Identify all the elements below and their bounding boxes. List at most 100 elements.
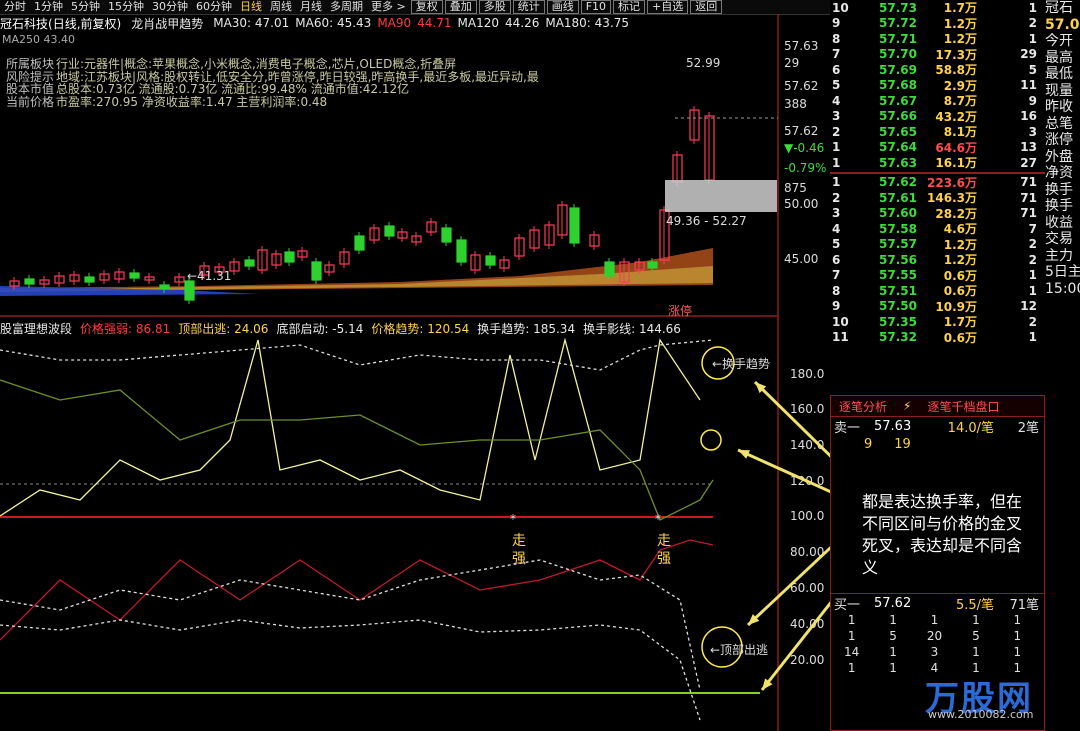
buy-level-row[interactable]: 1 57.62 223.6万 71 — [830, 175, 1045, 191]
buy-level-row[interactable]: 11 57.32 0.6万 1 — [830, 330, 1045, 346]
buy-ct: 1 — [1028, 330, 1037, 345]
indicator-y-tick: 160.0 — [790, 402, 824, 416]
sell-lv: 3 — [832, 109, 841, 124]
sell-vol: 1.2万 — [943, 32, 977, 47]
buy-ct: 7 — [1028, 221, 1037, 236]
buy1-detail-cell: 5 — [889, 629, 897, 643]
f10-row: 股本市值 总股本:0.73亿 流通股:0.73亿 流通比:99.48% 流通市值:… — [6, 83, 776, 96]
candle — [485, 255, 496, 266]
main-y-tick: 875 — [784, 181, 807, 195]
buy-level-row[interactable]: 9 57.50 10.9万 12 — [830, 299, 1045, 315]
indicator-y-tick: 60.00 — [790, 581, 824, 595]
buy-lv: 7 — [832, 268, 841, 283]
buy-ct: 2 — [1028, 314, 1037, 329]
sell-level-row[interactable]: 5 57.68 2.9万 11 — [830, 78, 1045, 94]
sell-lv: 1 — [832, 140, 841, 155]
buy-lv: 2 — [832, 190, 841, 205]
buy-pr: 57.35 — [879, 314, 917, 329]
buy-vol: 146.3万 — [927, 191, 977, 206]
f10-info-box: 所属板块 行业:元器件|概念:苹果概念,小米概念,消费电子概念,芯片,OLED概念… — [6, 58, 776, 108]
buy-level-row[interactable]: 7 57.55 0.6万 1 — [830, 268, 1045, 284]
f10-label[interactable]: 股本市值 — [6, 83, 56, 96]
star-marker: * — [510, 512, 516, 526]
sell-level-row[interactable]: 8 57.71 1.2万 1 — [830, 31, 1045, 47]
f10-label[interactable]: 所属板块 — [6, 58, 56, 71]
buy-level-row[interactable]: 5 57.57 1.2万 2 — [830, 237, 1045, 253]
main-y-tick: 45.00 — [784, 252, 818, 266]
sell-level-row[interactable]: 3 57.66 43.2万 16 — [830, 109, 1045, 125]
f10-label[interactable]: 当前价格 — [6, 95, 56, 109]
sell-vol: 1.2万 — [943, 16, 977, 31]
range-box — [665, 180, 777, 212]
main-y-tick: 29 — [784, 56, 799, 70]
sell-level-row[interactable]: 9 57.72 1.2万 2 — [830, 16, 1045, 32]
sell-level-row[interactable]: 6 57.69 58.8万 5 — [830, 62, 1045, 78]
candle — [284, 251, 295, 263]
sell1-row: 卖一 57.63 14.0/笔 2笔 — [831, 417, 1044, 436]
annotation-text: 都是表达换手率，但在不同区间与价格的金叉死叉，表达却是不同含义 — [862, 492, 1023, 577]
sell1-price: 57.63 — [874, 418, 912, 434]
tick-tab-2[interactable]: 逐笔千档盘口 — [919, 398, 1007, 415]
sell1-detail-2: 19 — [894, 436, 911, 452]
top-escape-label: ←顶部出逃 — [710, 642, 768, 657]
buy1-detail-cell: 1 — [1013, 645, 1022, 659]
main-y-tick: 57.62 — [784, 79, 818, 93]
indicator-value-2: 底部启动: -5.14 — [276, 321, 364, 336]
quote-field-17: 15:00 — [1045, 280, 1080, 297]
indicator-value-1: 顶部出逃: 24.06 — [178, 321, 269, 336]
sell-level-row[interactable]: 2 57.65 8.1万 3 — [830, 124, 1045, 140]
main-chart-header: 冠石科技 (日线,前复权) 龙肖战甲趋势 MA30: 47.01 MA60: 45… — [0, 15, 629, 31]
sell-level-row[interactable]: 7 57.70 17.3万 29 — [830, 47, 1045, 63]
sell-level-row[interactable]: 1 57.63 16.1万 27 — [830, 155, 1045, 171]
sell-lv: 7 — [832, 47, 841, 62]
buy-pr: 57.58 — [879, 221, 917, 236]
ma-legend: MA30: 47.01 MA60: 45.43 MA90 44.71 MA120 44.2… — [213, 16, 629, 30]
sell-level-row[interactable]: 1 57.64 64.6万 13 — [830, 140, 1045, 156]
buy-level-row[interactable]: 4 57.58 4.6万 7 — [830, 221, 1045, 237]
quote-field-2: 今开 — [1045, 33, 1073, 49]
tick-tab-1[interactable]: ⚡ — [895, 399, 919, 413]
buy-lv: 9 — [832, 299, 841, 314]
buy1-price: 57.62 — [874, 595, 912, 611]
buy-pr: 57.32 — [879, 330, 917, 345]
sell-lv: 5 — [832, 78, 841, 93]
buy-level-row[interactable]: 2 57.61 146.3万 71 — [830, 190, 1045, 206]
buy-pr: 57.50 — [879, 299, 917, 314]
chart-canvas[interactable]: 52.99←41.3149.36 - 52.27涨停57.632957.6238… — [0, 0, 830, 731]
buy-level-row[interactable]: 10 57.35 1.7万 2 — [830, 314, 1045, 330]
sell-ct: 9 — [1028, 93, 1037, 108]
buy-ct: 1 — [1028, 283, 1037, 298]
sell1-label: 卖一 — [834, 420, 861, 436]
sell-level-row[interactable]: 10 57.73 1.7万 1 — [830, 0, 1045, 16]
bottom-start-line — [0, 619, 701, 721]
candle — [604, 261, 615, 277]
candle — [354, 235, 365, 251]
buy-level-row[interactable]: 6 57.56 1.2万 2 — [830, 252, 1045, 268]
tick-tab-0[interactable]: 逐笔分析 — [831, 398, 895, 415]
quote-field-3: 最高 — [1045, 49, 1073, 66]
order-book: 10 57.73 1.7万 1 9 57.72 1.2万 2 8 57.71 1.2万 1 7 57.70… — [830, 0, 1045, 345]
range-label: 49.36 - 52.27 — [666, 214, 747, 228]
indicator-name[interactable]: 龙肖战甲趋势 — [131, 15, 203, 32]
price-trend-line — [0, 379, 714, 521]
buy-ct: 2 — [1028, 252, 1037, 267]
candle — [569, 207, 580, 244]
limit-up-label: 涨停 — [668, 303, 692, 318]
sell1-vol: 14.0/笔 — [947, 420, 994, 436]
quote-field-6: 昨收 — [1045, 99, 1073, 115]
buy-vol: 0.6万 — [943, 268, 977, 283]
sell-pr: 57.64 — [879, 140, 917, 155]
buy-level-row[interactable]: 8 57.51 0.6万 1 — [830, 283, 1045, 299]
ma250-label: MA250 43.40 — [2, 33, 75, 46]
ma-legend-item-5: 44.26 — [504, 16, 540, 30]
indicator-value-0: 价格强弱: 86.81 — [80, 321, 171, 336]
buy-level-row[interactable]: 3 57.60 28.2万 71 — [830, 206, 1045, 222]
buy1-detail-cell: 1 — [972, 613, 980, 627]
sell-level-row[interactable]: 4 57.67 8.7万 9 — [830, 93, 1045, 109]
sell-pr: 57.68 — [879, 78, 917, 93]
candle — [184, 280, 195, 301]
sell-vol: 64.6万 — [935, 140, 977, 155]
stock-name[interactable]: 冠石科技 — [0, 15, 48, 32]
buy1-row: 买一 57.62 5.5/笔 71笔 — [831, 593, 1044, 613]
indicator-title[interactable]: 股富理想波段 — [0, 320, 72, 337]
